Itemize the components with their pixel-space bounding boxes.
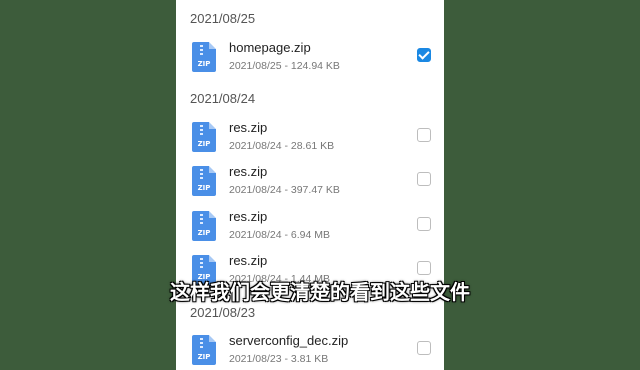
file-meta: 2021/08/24 - 6.94 MB — [229, 229, 330, 241]
file-checkbox[interactable] — [417, 217, 431, 231]
zip-file-icon: ZIP — [192, 211, 216, 241]
zip-file-icon: ZIP — [192, 166, 216, 196]
file-checkbox[interactable] — [417, 261, 431, 275]
date-header: 2021/08/23 — [190, 305, 256, 320]
file-row[interactable]: ZIP res.zip 2021/08/24 - 397.47 KB — [176, 164, 444, 208]
video-subtitle: 这样我们会更清楚的看到这些文件 — [170, 280, 470, 304]
file-name: res.zip — [229, 253, 268, 268]
zip-file-icon: ZIP — [192, 122, 216, 152]
file-meta: 2021/08/23 - 3.81 KB — [229, 353, 329, 365]
file-name: res.zip — [229, 164, 268, 179]
file-checkbox[interactable] — [417, 341, 431, 355]
file-row[interactable]: ZIP res.zip 2021/08/24 - 28.61 KB — [176, 120, 444, 164]
file-name: res.zip — [229, 120, 268, 135]
file-checkbox[interactable] — [417, 128, 431, 142]
file-meta: 2021/08/25 - 124.94 KB — [229, 60, 340, 72]
file-checkbox[interactable] — [417, 172, 431, 186]
date-header: 2021/08/25 — [190, 11, 256, 26]
file-name: serverconfig_dec.zip — [229, 333, 349, 348]
file-row[interactable]: ZIP homepage.zip 2021/08/25 - 124.94 KB — [176, 40, 444, 84]
zip-file-icon: ZIP — [192, 42, 216, 72]
file-row[interactable]: ZIP res.zip 2021/08/24 - 6.94 MB — [176, 209, 444, 253]
file-meta: 2021/08/24 - 397.47 KB — [229, 184, 340, 196]
file-checkbox[interactable] — [417, 48, 431, 62]
file-row[interactable]: ZIP serverconfig_dec.zip 2021/08/23 - 3.… — [176, 333, 444, 370]
file-name: res.zip — [229, 209, 268, 224]
checkmark-icon — [418, 48, 430, 60]
zip-file-icon: ZIP — [192, 335, 216, 365]
file-list-screen: 2021/08/25 ZIP homepage.zip 2021/08/25 -… — [176, 0, 444, 370]
file-meta: 2021/08/24 - 28.61 KB — [229, 140, 335, 152]
file-name: homepage.zip — [229, 40, 311, 55]
date-header: 2021/08/24 — [190, 91, 256, 106]
